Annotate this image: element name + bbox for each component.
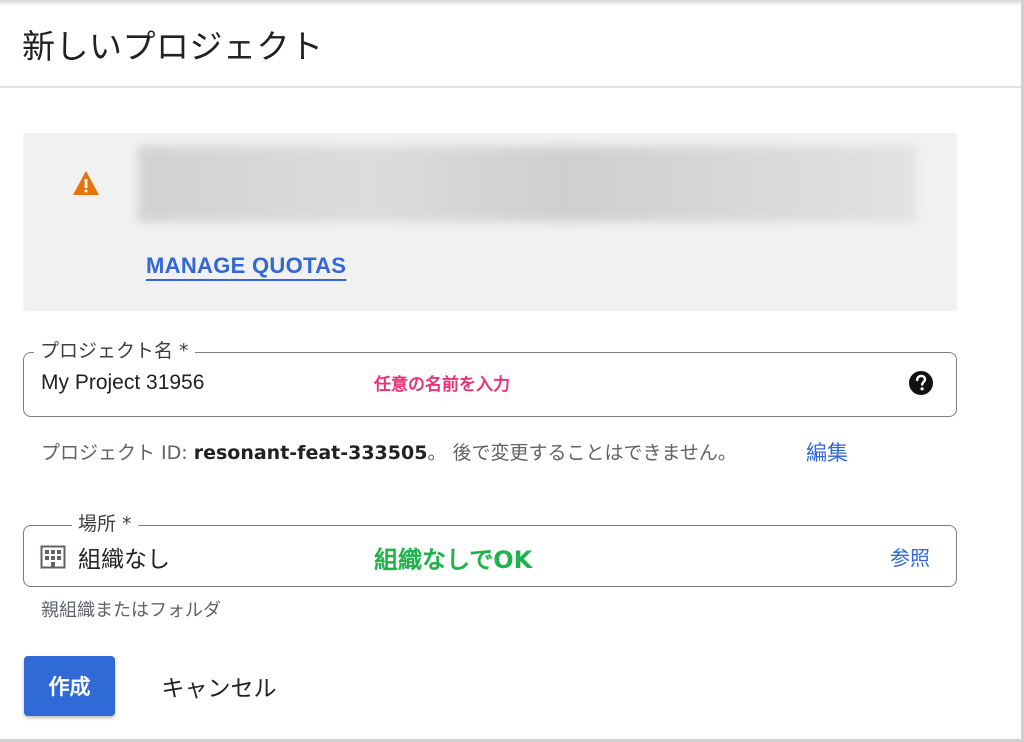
project-id-prefix: プロジェクト ID: (41, 442, 194, 464)
annotation-no-org-ok: 組織なしでOK (374, 546, 533, 574)
project-name-field[interactable]: プロジェクト名 * My Project 31956 任意の名前を入力 (23, 336, 957, 417)
quota-warning-banner: MANAGE QUOTAS (23, 133, 957, 311)
location-field[interactable]: 場所 * 組織なし 組織なしでOK 参照 (23, 509, 957, 587)
project-id-note: 。 後で変更することはできません。 (427, 442, 737, 464)
blurred-warning-text (138, 146, 916, 222)
page-title: 新しいプロジェクト (22, 27, 324, 66)
location-helper-text: 親組織またはフォルダ (41, 600, 221, 621)
annotation-enter-name: 任意の名前を入力 (374, 375, 510, 395)
warning-icon (73, 171, 99, 195)
project-id-info: プロジェクト ID: resonant-feat-333505。 後で変更するこ… (41, 438, 737, 465)
location-label: 場所 * (72, 509, 138, 536)
page-header: 新しいプロジェクト (0, 0, 1024, 88)
browse-location-link[interactable]: 参照 (890, 542, 930, 571)
help-circle-icon[interactable] (908, 370, 934, 396)
building-icon (40, 545, 66, 569)
project-name-input[interactable]: My Project 31956 (41, 371, 204, 395)
create-button[interactable]: 作成 (24, 656, 115, 716)
cancel-button[interactable]: キャンセル (148, 656, 290, 716)
location-value: 組織なし (78, 547, 170, 573)
manage-quotas-link[interactable]: MANAGE QUOTAS (146, 253, 346, 279)
project-name-label: プロジェクト名 * (34, 336, 195, 363)
project-id-value: resonant-feat-333505 (193, 442, 428, 464)
edit-project-id-link[interactable]: 編集 (806, 437, 848, 467)
